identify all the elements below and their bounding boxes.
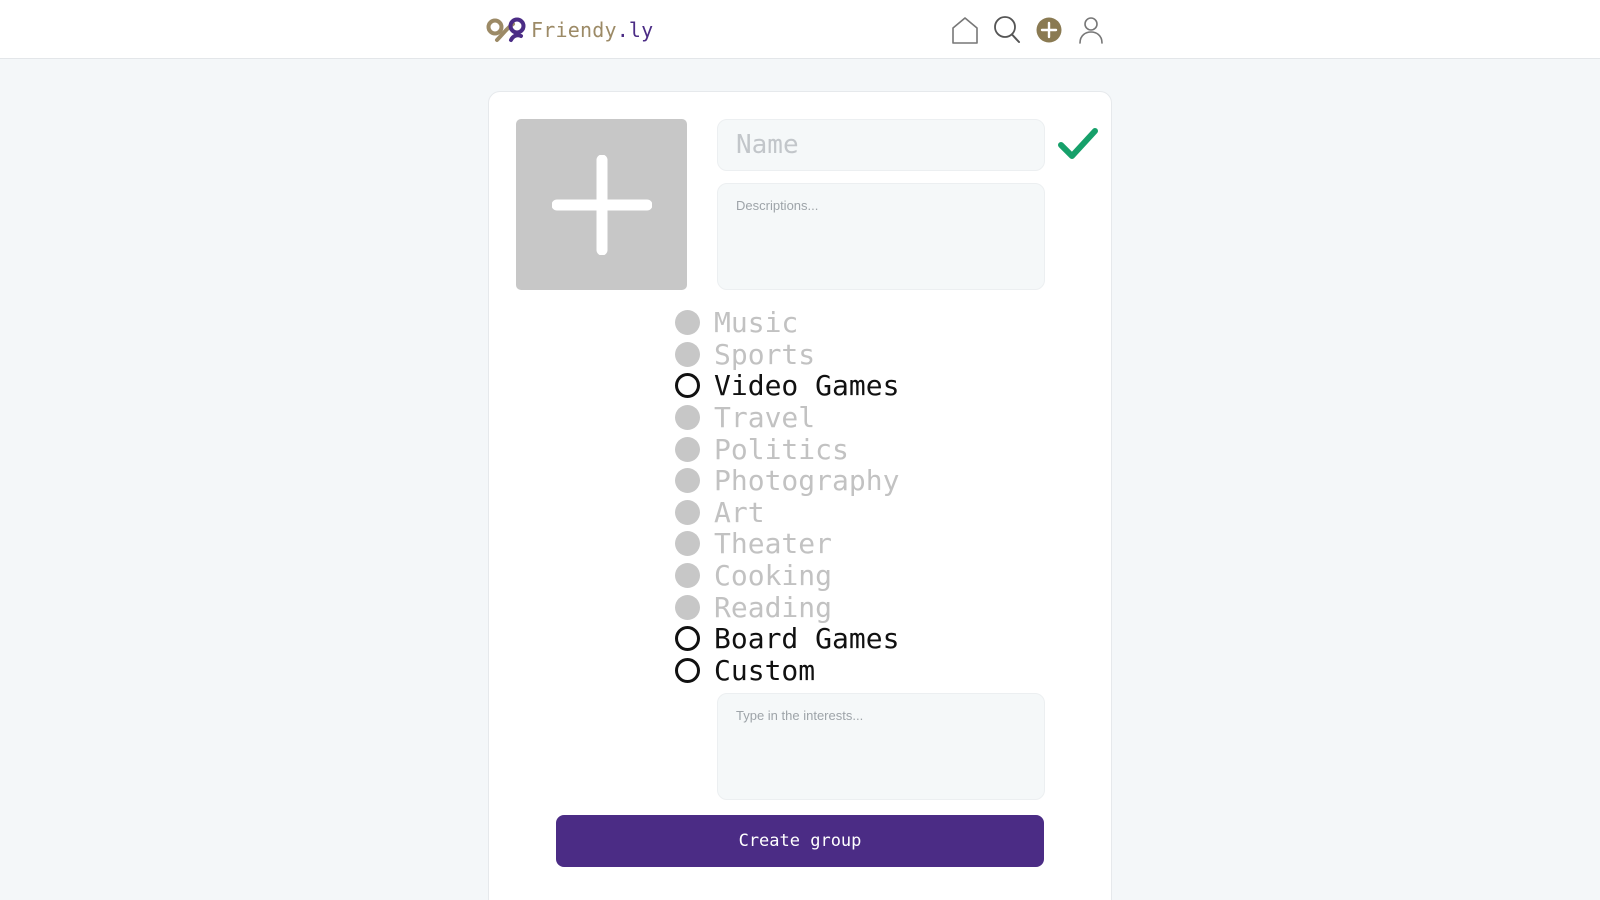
interest-label: Custom xyxy=(714,653,816,687)
radio-icon[interactable] xyxy=(675,310,700,336)
brand-name: Friendy.ly xyxy=(531,18,654,42)
brand-suffix: .ly xyxy=(616,18,654,42)
interest-option-video-games[interactable]: Video Games xyxy=(675,370,899,402)
interest-label: Reading xyxy=(714,590,833,624)
radio-icon[interactable] xyxy=(675,563,700,589)
radio-icon[interactable] xyxy=(675,341,700,367)
interest-label: Music xyxy=(714,306,799,340)
custom-interests-input[interactable] xyxy=(717,693,1045,800)
add-icon[interactable] xyxy=(1033,14,1065,46)
radio-icon[interactable] xyxy=(675,499,700,525)
radio-icon[interactable] xyxy=(675,594,700,620)
radio-icon[interactable] xyxy=(675,657,700,683)
interest-label: Travel xyxy=(714,401,816,435)
group-name-input[interactable] xyxy=(717,119,1045,171)
friendy-logo-icon xyxy=(486,17,526,42)
interest-option-custom[interactable]: Custom xyxy=(675,655,899,687)
radio-icon[interactable] xyxy=(675,373,700,399)
interest-option-travel[interactable]: Travel xyxy=(675,402,899,434)
group-photo-upload[interactable] xyxy=(516,119,687,290)
interest-option-art[interactable]: Art xyxy=(675,497,899,529)
brand-logo[interactable]: Friendy.ly xyxy=(485,14,653,46)
interest-option-cooking[interactable]: Cooking xyxy=(675,560,899,592)
radio-icon[interactable] xyxy=(675,531,700,557)
interest-list: Music Sports Video Games Travel Politics… xyxy=(675,307,899,686)
interest-option-music[interactable]: Music xyxy=(675,307,899,339)
interest-label: Board Games xyxy=(714,622,900,656)
interest-option-board-games[interactable]: Board Games xyxy=(675,623,899,655)
radio-icon[interactable] xyxy=(675,436,700,462)
radio-icon[interactable] xyxy=(675,468,700,494)
plus-icon xyxy=(551,154,652,255)
radio-icon[interactable] xyxy=(675,405,700,431)
interest-label: Cooking xyxy=(714,559,833,593)
interest-label: Video Games xyxy=(714,369,900,403)
interest-label: Theater xyxy=(714,527,833,561)
search-icon[interactable] xyxy=(991,14,1023,46)
top-nav-bar: Friendy.ly xyxy=(0,0,1600,59)
interest-option-politics[interactable]: Politics xyxy=(675,433,899,465)
profile-icon[interactable] xyxy=(1075,14,1107,46)
interest-label: Art xyxy=(714,495,765,529)
interest-option-photography[interactable]: Photography xyxy=(675,465,899,497)
checkmark-icon[interactable] xyxy=(1057,126,1099,162)
interest-label: Sports xyxy=(714,337,816,371)
interest-option-theater[interactable]: Theater xyxy=(675,528,899,560)
home-icon[interactable] xyxy=(949,14,981,46)
group-description-input[interactable] xyxy=(717,183,1045,290)
create-group-button[interactable]: Create group xyxy=(556,815,1044,867)
interest-label: Photography xyxy=(714,464,900,498)
interest-option-sports[interactable]: Sports xyxy=(675,339,899,371)
radio-icon[interactable] xyxy=(675,626,700,652)
interest-option-reading[interactable]: Reading xyxy=(675,591,899,623)
interest-label: Politics xyxy=(714,432,849,466)
